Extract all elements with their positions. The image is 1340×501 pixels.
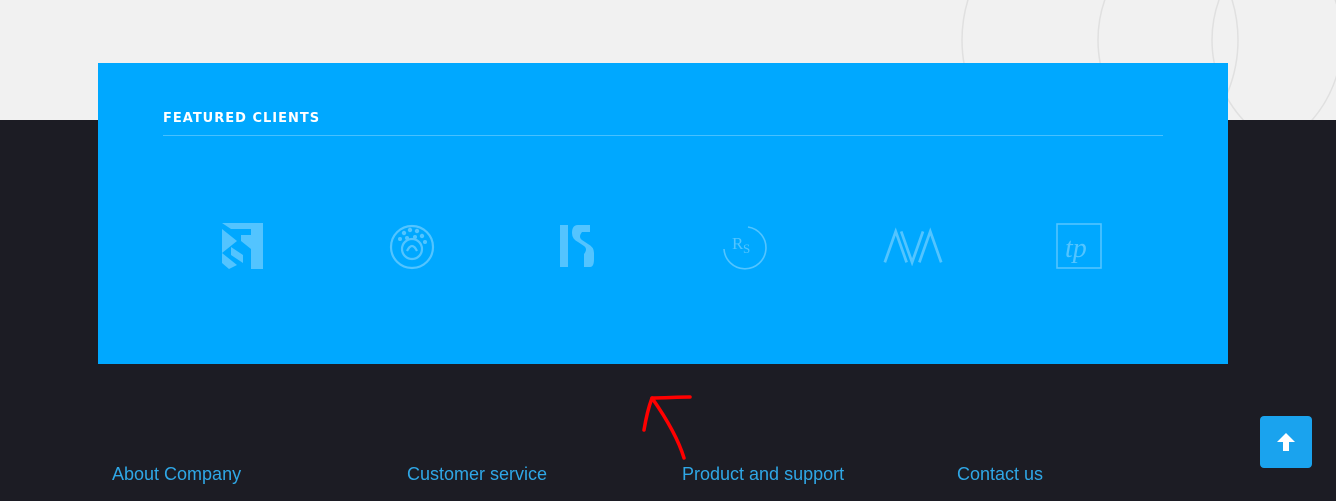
scroll-to-top-button[interactable]	[1260, 416, 1312, 468]
footer-link-customer-service[interactable]: Customer service	[407, 464, 547, 485]
client-logo-tree-icon[interactable]	[382, 218, 442, 274]
client-logo-ava-icon[interactable]	[883, 218, 943, 274]
svg-text:tp: tp	[1065, 233, 1087, 264]
arrow-up-icon	[1277, 433, 1295, 451]
svg-text:S: S	[743, 241, 750, 256]
footer-link-product-support[interactable]: Product and support	[682, 464, 844, 485]
red-arrow-icon	[638, 388, 698, 467]
scrollbar-edge	[1336, 0, 1340, 501]
client-logo-rs-icon[interactable]: R S	[714, 218, 774, 274]
featured-clients-divider	[163, 135, 1163, 136]
featured-clients-panel: FEATURED CLIENTS R S tp	[98, 63, 1228, 364]
client-logo-tp-icon[interactable]: tp	[1049, 218, 1109, 274]
client-logo-k-icon[interactable]	[213, 218, 273, 274]
footer-link-contact-us[interactable]: Contact us	[957, 464, 1043, 485]
client-logo-is-icon[interactable]	[548, 218, 608, 274]
footer-link-about-company[interactable]: About Company	[112, 464, 241, 485]
featured-clients-title: FEATURED CLIENTS	[163, 111, 321, 126]
